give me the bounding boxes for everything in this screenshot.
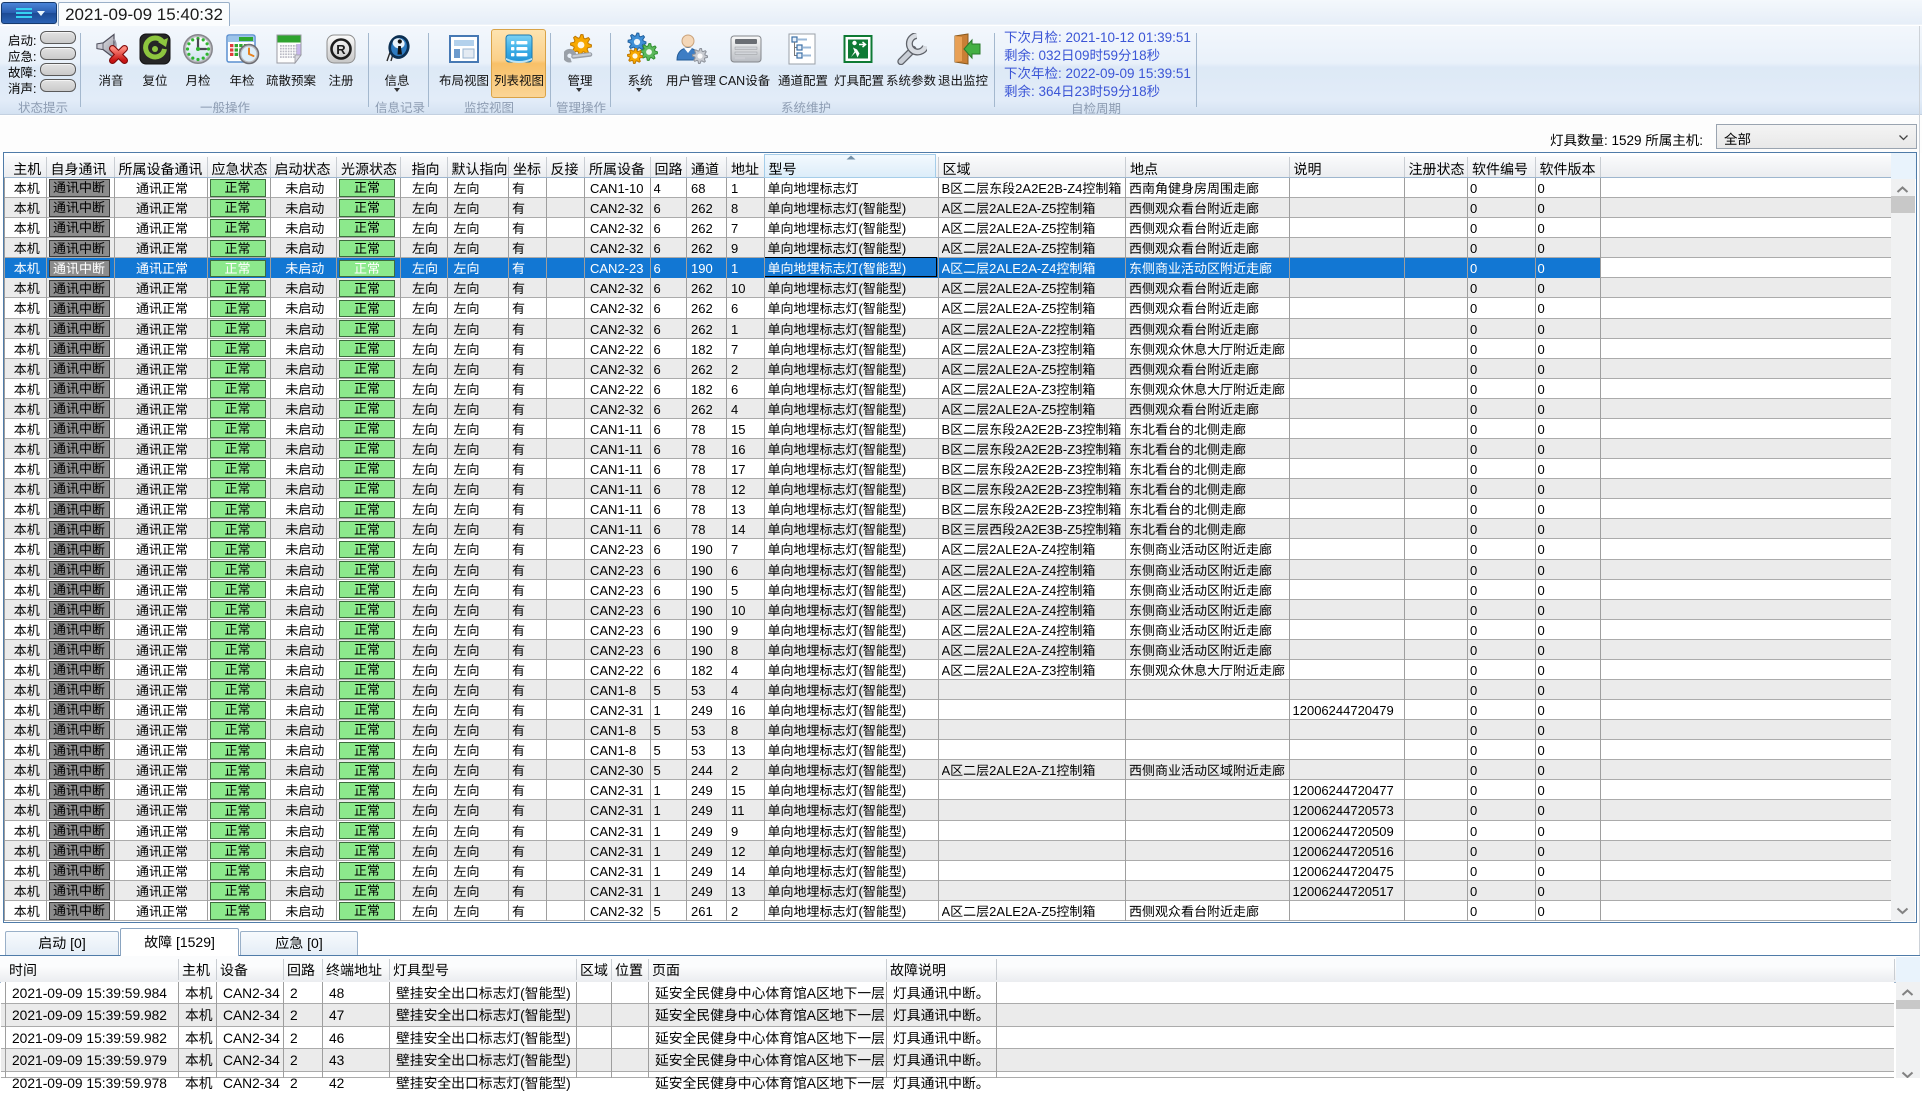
svg-text:R: R — [336, 42, 346, 57]
